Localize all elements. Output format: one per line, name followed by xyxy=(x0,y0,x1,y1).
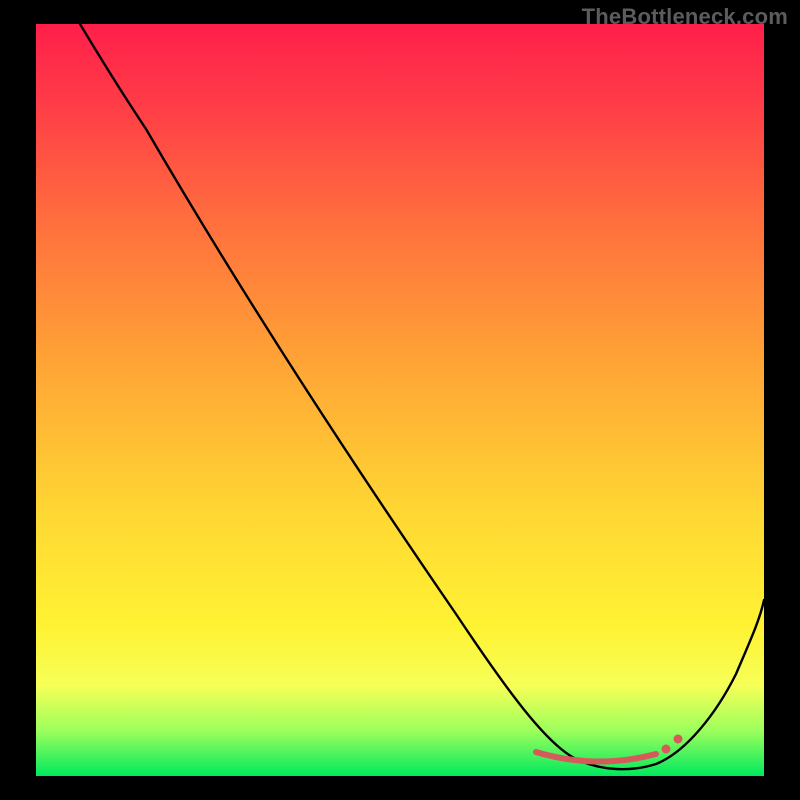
bottleneck-curve xyxy=(80,24,764,769)
watermark-text: TheBottleneck.com xyxy=(582,4,788,30)
chart-svg xyxy=(36,24,764,776)
optimal-marker-dot xyxy=(674,735,683,744)
optimal-range-marker xyxy=(536,752,656,762)
chart-frame: TheBottleneck.com xyxy=(0,0,800,800)
plot-area xyxy=(36,24,764,776)
optimal-marker-dot xyxy=(662,745,671,754)
